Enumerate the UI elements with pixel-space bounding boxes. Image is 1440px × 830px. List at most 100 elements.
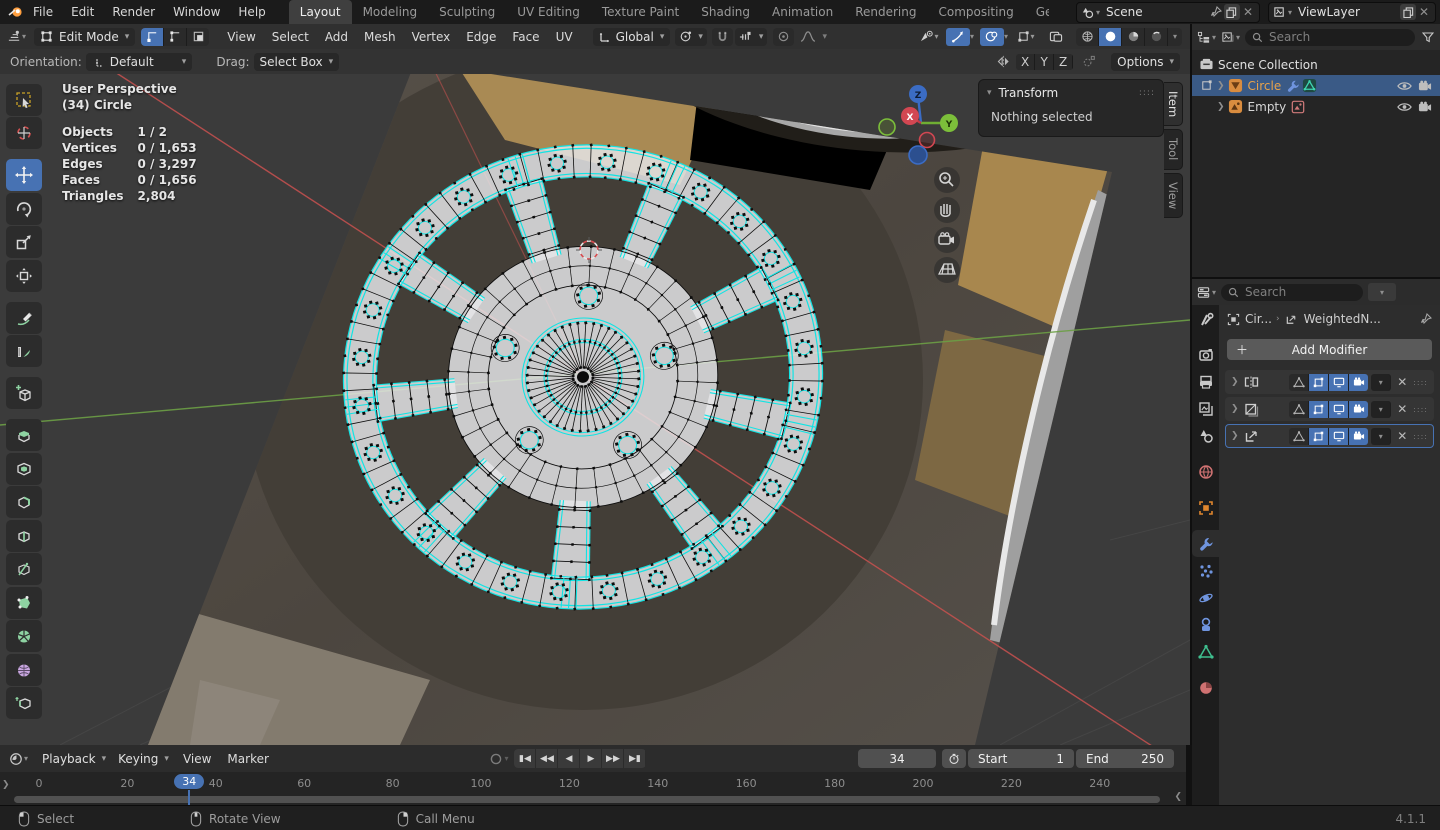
keying-menu[interactable]: Keying▾ [112,750,175,768]
tool-rotate[interactable] [6,193,42,225]
properties-tab-view-layer[interactable] [1192,395,1219,422]
playhead-line[interactable] [188,790,190,805]
topbar-menu-edit[interactable]: Edit [62,5,103,19]
modifier-drag-handle[interactable]: :::: [1413,405,1428,414]
show-on-cage-toggle[interactable] [1289,401,1309,418]
tool-bevel[interactable] [6,486,42,518]
show-overlays-toggle[interactable] [980,28,1004,46]
properties-tab-render[interactable] [1192,341,1219,368]
show-in-editmode-toggle[interactable] [1309,401,1329,418]
topbar-menu-help[interactable]: Help [229,5,274,19]
show-in-render-toggle[interactable] [1349,401,1368,418]
solid-shading-icon[interactable] [1099,28,1122,46]
properties-tab-object[interactable] [1192,494,1219,521]
rendered-shading-icon[interactable] [1145,28,1168,46]
modifier-row-mirror[interactable]: ❯ ▾ ✕ :::: [1225,370,1434,394]
modifier-drag-handle[interactable]: :::: [1413,378,1428,387]
viewport-menu-add[interactable]: Add [317,30,356,44]
sidebar-tab-view[interactable]: View [1164,173,1183,218]
options-dropdown[interactable]: Options▾ [1111,53,1180,71]
playback-menu[interactable]: Playback▾ [36,750,112,768]
timeline-ruler[interactable]: ❯ ❮ 02040608010012014016018020022024034 [0,772,1186,805]
workspace-tab-layout[interactable]: Layout [289,0,352,24]
object-type-visibility-dropdown[interactable]: ▾ [917,28,941,46]
camera-icon[interactable] [1418,80,1432,92]
delete-modifier-icon[interactable]: ✕ [1394,401,1410,417]
breadcrumb-modifier[interactable]: WeightedN... [1304,312,1381,326]
show-in-editmode-toggle[interactable] [1309,374,1329,391]
eye-icon[interactable] [1397,101,1412,113]
transform-orientation-dropdown[interactable]: Global▾ [593,28,671,46]
play-reverse-button[interactable]: ◀ [558,749,580,768]
modifier-extras-dropdown[interactable]: ▾ [1371,428,1391,445]
edge-select-mode-icon[interactable] [164,28,187,46]
mode-selector[interactable]: Edit Mode▾ [34,28,135,46]
tool-loop-cut[interactable] [6,520,42,552]
workspace-tab-texture-paint[interactable]: Texture Paint [591,0,690,24]
mirror-x-toggle[interactable]: X [1016,54,1035,70]
tool-smooth[interactable] [6,654,42,686]
sidebar-tab-tool[interactable]: Tool [1164,129,1183,169]
properties-tab-scene[interactable] [1192,422,1219,449]
tool-move[interactable] [6,159,42,191]
mesh-edit-overlays-dropdown[interactable]: ▾ [1014,28,1038,46]
playhead[interactable]: 34 [174,774,204,789]
tool-annotate[interactable] [6,302,42,334]
mirror-z-toggle[interactable]: Z [1054,54,1073,70]
viewport-menu-view[interactable]: View [219,30,263,44]
collapse-chevron-icon[interactable]: ▾ [987,88,992,98]
snap-settings-dropdown[interactable]: ▾ [735,28,768,46]
modifier-drag-handle[interactable]: :::: [1413,432,1428,441]
outliner-filter-mode-icon[interactable] [1220,29,1236,45]
properties-tab-constraints[interactable] [1192,611,1219,638]
wireframe-shading-icon[interactable] [1076,28,1099,46]
viewport-menu-edge[interactable]: Edge [458,30,504,44]
properties-tab-tool[interactable] [1192,305,1219,332]
tool-scale[interactable] [6,226,42,258]
properties-options-dropdown[interactable]: ▾ [1368,283,1396,301]
viewport-menu-vertex[interactable]: Vertex [404,30,459,44]
tool-measure[interactable] [6,335,42,367]
properties-editor-type-icon[interactable] [1196,284,1212,300]
timeline-expand-arrow[interactable]: ❯ [2,780,10,790]
current-frame-field[interactable]: 34 [858,749,936,768]
outliner-row-empty[interactable]: ❯Empty [1192,96,1440,117]
workspace-tab-compositing[interactable]: Compositing [927,0,1024,24]
workspace-tab-uv-editing[interactable]: UV Editing [506,0,591,24]
modifier-extras-dropdown[interactable]: ▾ [1371,401,1391,418]
new-viewlayer-icon[interactable] [1400,4,1416,20]
sidebar-tab-item[interactable]: Item [1164,82,1183,126]
show-on-cage-toggle[interactable] [1289,428,1309,445]
expand-chevron-icon[interactable]: ❯ [1231,431,1239,441]
pin-icon[interactable] [1208,4,1224,20]
tool-add-cube[interactable] [6,377,42,409]
proportional-edit-toggle[interactable] [773,28,794,46]
show-in-editmode-toggle[interactable] [1309,428,1329,445]
use-preview-range-icon[interactable] [942,749,966,768]
timeline-marker-menu[interactable]: Marker [219,752,276,766]
expand-chevron-icon[interactable]: ❯ [1231,404,1239,414]
expand-chevron-icon[interactable]: ❯ [1217,81,1225,91]
delete-modifier-icon[interactable]: ✕ [1394,428,1410,444]
timeline-scrollbar[interactable] [14,796,1160,803]
editor-type-3dview-icon[interactable] [6,29,22,45]
viewlayer-selector[interactable]: ▾ ViewLayer ✕ [1268,2,1436,23]
breadcrumb-object[interactable]: Cir... [1245,312,1272,326]
modifier-extras-dropdown[interactable]: ▾ [1371,374,1391,391]
workspace-tab-modeling[interactable]: Modeling [352,0,429,24]
workspace-tab-geometry-nodes[interactable]: Geometry Nodes [1025,0,1049,24]
scene-name[interactable]: Scene [1100,5,1208,19]
snap-toggle[interactable] [712,28,733,46]
outliner-search-input[interactable]: Search [1245,29,1415,46]
tool-cursor[interactable] [6,117,42,149]
material-shading-icon[interactable] [1122,28,1145,46]
snap-base-icon[interactable] [1081,54,1097,70]
shading-dropdown[interactable]: ▾ [1168,28,1182,46]
camera-icon[interactable] [1418,101,1432,113]
properties-search-input[interactable]: Search [1221,284,1363,301]
show-on-cage-toggle[interactable] [1289,374,1309,391]
auto-keying-toggle[interactable] [488,751,504,767]
show-gizmo-toggle[interactable] [946,28,970,46]
show-in-viewport-toggle[interactable] [1329,401,1349,418]
new-scene-icon[interactable] [1224,4,1240,20]
